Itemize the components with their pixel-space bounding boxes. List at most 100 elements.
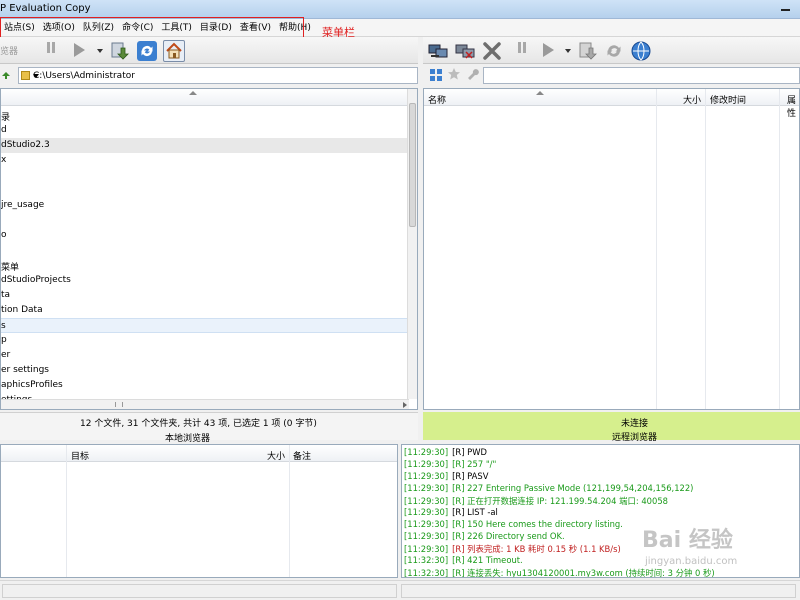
file-name: aphicsProfiles [1,380,63,390]
log-line: [11:29:30] [R] PWD [404,447,487,457]
chevron-down-icon[interactable] [97,49,103,53]
star-icon[interactable] [447,67,461,84]
close-icon[interactable] [481,40,503,62]
menu-item-0[interactable]: 站点(S) [0,19,39,37]
log-message: [R] 226 Directory send OK. [452,531,565,541]
menu-item-6[interactable]: 查看(V) [236,19,275,37]
refresh-icon[interactable] [136,40,158,62]
log-line: [11:32:30] [R] 421 Timeout. [404,555,523,565]
remote-path-input[interactable] [483,67,800,84]
home-icon[interactable] [163,40,185,62]
wrench-icon[interactable] [465,67,479,84]
scroll-right-icon[interactable] [403,402,407,408]
list-item[interactable] [1,183,409,198]
log-line: [11:29:30] [R] 227 Entering Passive Mode … [404,483,693,493]
sort-arrow-icon[interactable] [189,91,197,95]
log-timestamp: [11:32:30] [404,555,449,565]
local-status: 12 个文件, 31 个文件夹, 共计 43 项, 已选定 1 项 (0 字节)… [0,412,418,444]
up-folder-icon[interactable] [1,70,11,80]
local-path-value: C:\Users\Administrator [33,71,135,81]
list-item[interactable]: tion Data [1,303,409,318]
folder-icon [21,71,30,80]
remote-refresh-icon[interactable] [603,40,625,62]
log-message: [R] PASV [452,471,489,481]
local-hscroll-grip[interactable] [115,402,123,407]
status-pane [401,584,796,598]
list-item[interactable] [1,168,409,183]
local-scroll-thumb[interactable] [409,103,416,227]
log-line: [11:29:30] [R] PASV [404,471,488,481]
menu-item-5[interactable]: 目录(D) [196,19,236,37]
list-item[interactable] [1,213,409,228]
play-icon[interactable] [74,43,85,57]
list-item[interactable] [1,243,409,258]
queue-col-divider [66,445,67,577]
log-line: [11:29:30] [R] 正在打开数据连接 IP: 121.199.54.20… [404,495,668,507]
menu-item-3[interactable]: 命令(C) [118,19,157,37]
remote-play-icon[interactable] [543,43,554,57]
log-message: [R] 257 "/" [452,459,497,469]
list-item[interactable]: d [1,123,409,138]
remote-status: 未连接 远程浏览器 [423,412,800,443]
local-browser-title: 本地浏览器 [165,434,211,444]
list-item[interactable]: 录 [1,108,409,123]
remote-sort-arrow-icon[interactable] [536,91,544,95]
remote-pause-icon[interactable] [515,40,529,54]
file-name: s [1,321,6,331]
list-item[interactable]: ta [1,288,409,303]
list-item[interactable]: o [1,228,409,243]
file-name: dStudio2.3 [1,140,50,150]
menu-item-2[interactable]: 队列(Z) [79,19,118,37]
log-timestamp: [11:29:30] [404,519,449,529]
globe-icon[interactable] [630,40,652,62]
list-item[interactable]: 菜单 [1,258,409,273]
minimize-icon[interactable] [780,3,792,13]
local-browser-label: 览器 [0,47,19,57]
col-size[interactable]: 大小 [683,93,701,106]
local-path-input[interactable]: C:\Users\Administrator [18,67,418,84]
list-item[interactable]: er settings [1,363,409,378]
remote-path-bar [423,64,800,86]
menu-item-4[interactable]: 工具(T) [157,19,196,37]
col-modified[interactable]: 修改时间 [710,93,746,106]
list-item[interactable]: x [1,153,409,168]
local-toolbar: 览器 [0,37,418,64]
menu-item-7[interactable]: 帮助(H) [275,19,315,37]
col-divider [656,89,657,409]
queue-col-target[interactable]: 目标 [71,449,89,462]
col-attributes[interactable]: 属性 [787,93,799,119]
download-icon[interactable] [108,40,130,62]
path-dropdown-icon[interactable] [33,74,39,78]
log-line: [11:29:30] [R] LIST -al [404,507,498,517]
menu-items: 站点(S) 选项(O) 队列(Z) 命令(C) 工具(T) 目录(D) 查看(V) 帮助(H) [0,19,315,37]
local-horizontal-scrollbar[interactable] [1,399,409,409]
col-name[interactable]: 名称 [428,93,446,106]
remote-download-icon[interactable] [576,40,598,62]
file-name: 录 [1,113,11,123]
list-item[interactable]: jre_usage [1,198,409,213]
remote-chevron-down-icon[interactable] [565,49,571,53]
log-message: [R] 连接丢失: hyu1304120001.my3w.com (持续时间: … [452,568,715,578]
col-divider [705,89,706,409]
local-vertical-scrollbar[interactable] [407,89,417,399]
disconnect-icon[interactable] [454,40,476,62]
queue-col-size[interactable]: 大小 [267,449,285,462]
queue-col-divider [289,445,290,577]
queue-col-notes[interactable]: 备注 [293,449,311,462]
pause-icon[interactable] [44,40,58,54]
connect-icon[interactable] [427,40,449,62]
file-name: tion Data [1,305,43,315]
list-item[interactable]: p [1,333,409,348]
menu-item-1[interactable]: 选项(O) [39,19,79,37]
list-item[interactable]: dStudioProjects [1,273,409,288]
log-timestamp: [11:29:30] [404,507,449,517]
file-name: ta [1,290,11,300]
list-item[interactable]: er [1,348,409,363]
list-item[interactable]: aphicsProfiles [1,378,409,393]
log-line: [11:32:30] [R] 连接丢失: hyu1304120001.my3w.c… [404,567,715,578]
log-message: [R] LIST -al [452,507,498,517]
queue-header: 目标 大小 备注 [1,445,397,462]
list-item[interactable]: s [1,318,409,333]
bookmark-list-icon[interactable] [429,68,443,85]
list-item[interactable]: dStudio2.3 [1,138,409,153]
